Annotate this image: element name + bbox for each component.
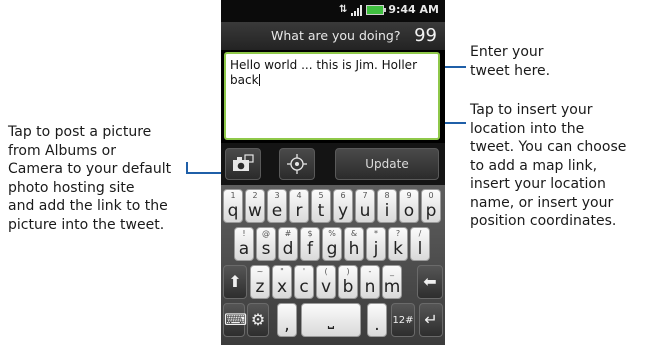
space-icon: ⎵ <box>327 310 335 329</box>
key-v[interactable]: (v <box>316 265 336 299</box>
settings-key[interactable]: ⚙ <box>247 303 269 337</box>
key-j[interactable]: * j <box>366 227 386 261</box>
key-n[interactable]: -n <box>360 265 380 299</box>
annotation-insert-location: Tap to insert your location into the twe… <box>470 102 627 229</box>
data-icon: ⇅ <box>338 4 348 15</box>
keyboard-switch-key[interactable]: ⌨ <box>223 303 248 337</box>
key-o[interactable]: 9o <box>399 189 419 223</box>
key-c[interactable]: ' c <box>294 265 314 299</box>
key-m[interactable]: _ m <box>382 265 402 299</box>
key-w[interactable]: 2w <box>245 189 265 223</box>
battery-icon <box>366 4 387 15</box>
key-l[interactable]: / l <box>410 227 430 261</box>
tweet-input[interactable]: Hello world ... this is Jim. Holler back <box>224 52 440 140</box>
key-q[interactable]: 1q <box>223 189 243 223</box>
comma-key[interactable]: , <box>277 303 297 337</box>
keyboard-icon: ⌨ <box>224 310 248 329</box>
enter-icon: ↵ <box>424 310 438 329</box>
key-t[interactable]: 5t <box>311 189 331 223</box>
space-key[interactable]: ⎵ <box>301 303 361 337</box>
gear-icon: ⚙ <box>250 310 266 329</box>
signal-icon <box>351 4 363 16</box>
key-y[interactable]: 6y <box>333 189 353 223</box>
key-p[interactable]: 0p <box>421 189 441 223</box>
key-g[interactable]: % g <box>322 227 342 261</box>
key-k[interactable]: ? k <box>388 227 408 261</box>
compose-prompt: What are you doing? <box>271 28 401 43</box>
text-cursor <box>258 74 260 86</box>
status-bar: ⇅ 9:44 AM <box>221 0 445 22</box>
backspace-icon: ⬅ <box>423 272 437 291</box>
leader-line-picture-v <box>186 162 188 174</box>
annotation-post-picture: Tap to post a picture from Albums or Cam… <box>8 124 172 233</box>
camera-icon <box>233 154 254 171</box>
phone-screen: ⇅ 9:44 AM What are you doing? 99 Hello w… <box>221 0 445 345</box>
period-key[interactable]: . <box>367 303 387 337</box>
key-f[interactable]: $ f <box>300 227 320 261</box>
shift-key[interactable]: ⬆ <box>223 265 247 299</box>
compose-title-bar: What are you doing? 99 <box>221 22 445 50</box>
insert-picture-button[interactable] <box>225 148 261 180</box>
key-i[interactable]: 8i <box>377 189 397 223</box>
update-button[interactable]: Update <box>335 148 439 180</box>
soft-keyboard: 1q 2w 3e 4r 5t 6y 7u 8i 9o 0p ! a @ s # d $… <box>221 185 445 345</box>
backspace-key[interactable]: ⬅ <box>417 265 443 299</box>
key-s[interactable]: @ s <box>256 227 276 261</box>
numbers-key[interactable]: 12# <box>391 303 415 337</box>
insert-location-button[interactable] <box>279 148 315 180</box>
key-h[interactable]: & h <box>344 227 364 261</box>
annotation-enter-tweet: Enter your tweet here. <box>470 44 551 79</box>
status-time: 9:44 AM <box>388 3 439 16</box>
key-e[interactable]: 3e <box>267 189 287 223</box>
key-b[interactable]: ) b <box>338 265 358 299</box>
key-a[interactable]: ! a <box>234 227 254 261</box>
key-r[interactable]: 4r <box>289 189 309 223</box>
key-z[interactable]: ~ z <box>250 265 270 299</box>
location-crosshair-icon <box>287 154 307 174</box>
character-counter: 99 <box>414 25 437 46</box>
key-x[interactable]: " x <box>272 265 292 299</box>
enter-key[interactable]: ↵ <box>419 303 443 337</box>
update-button-label: Update <box>365 157 409 171</box>
key-d[interactable]: # d <box>278 227 298 261</box>
key-u[interactable]: 7u <box>355 189 375 223</box>
shift-icon: ⬆ <box>228 272 242 291</box>
compose-toolbar: Update <box>221 143 445 185</box>
